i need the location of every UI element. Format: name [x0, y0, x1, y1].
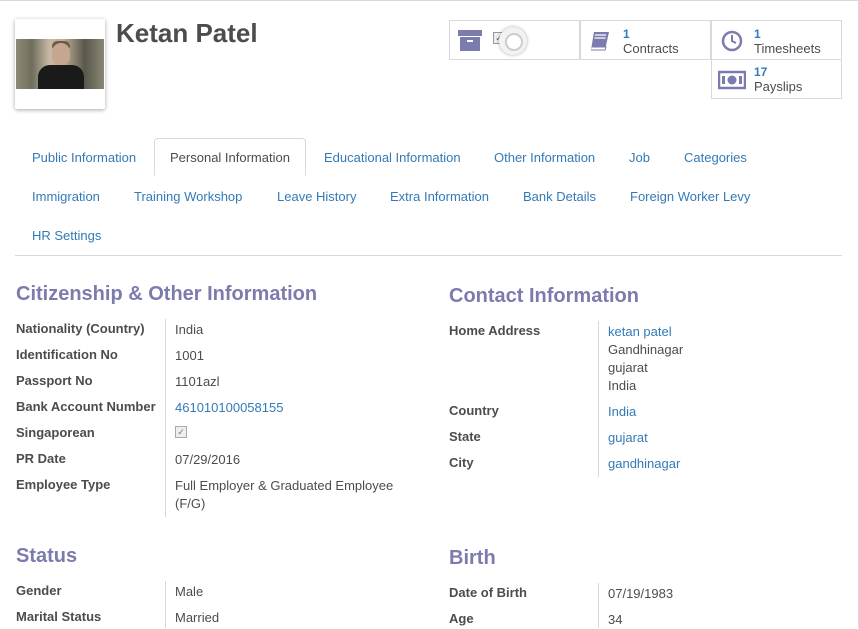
country-label: Country	[449, 403, 499, 418]
identification-label: Identification No	[16, 347, 118, 362]
passport-label: Passport No	[16, 373, 93, 388]
marital-status-label: Marital Status	[16, 609, 102, 624]
tab-immigration[interactable]: Immigration	[32, 189, 100, 204]
tab-other-information[interactable]: Other Information	[494, 150, 595, 165]
nationality-label: Nationality (Country)	[16, 321, 145, 336]
nationality-value: India	[175, 322, 204, 337]
passport-value: 1101azl	[175, 374, 220, 389]
bank-account-label: Bank Account Number	[16, 399, 156, 414]
marital-status-value: Married	[175, 610, 220, 625]
tabs-divider	[15, 255, 842, 256]
age-value: 34	[608, 612, 623, 627]
contracts-button[interactable]: 1 Contracts	[580, 20, 711, 60]
identification-value: 1001	[175, 348, 204, 363]
status-divider	[165, 581, 166, 628]
payslips-label: Payslips	[754, 79, 803, 94]
tab-leave-history[interactable]: Leave History	[277, 189, 356, 204]
home-address-line3: India	[608, 378, 637, 393]
tab-hr-settings[interactable]: HR Settings	[32, 228, 101, 243]
dob-value: 07/19/1983	[608, 586, 674, 601]
age-label: Age	[449, 611, 474, 626]
home-address-name-link[interactable]: ketan patel	[608, 323, 672, 341]
birth-section-title: Birth	[449, 547, 496, 569]
avatar-image	[16, 39, 104, 89]
timesheets-label: Timesheets	[754, 41, 821, 56]
tab-training-workshop[interactable]: Training Workshop	[134, 189, 242, 204]
contact-section-title: Contact Information	[449, 285, 639, 307]
clock-icon	[721, 30, 743, 52]
citizenship-section-title: Citizenship & Other Information	[16, 283, 318, 305]
tab-educational-information[interactable]: Educational Information	[324, 150, 461, 165]
dob-label: Date of Birth	[449, 585, 527, 600]
birth-divider	[598, 583, 599, 628]
pr-date-value: 07/29/2016	[175, 452, 241, 467]
tab-public-information[interactable]: Public Information	[32, 150, 136, 165]
employee-type-value-line2: (F/G)	[175, 496, 206, 511]
gender-label: Gender	[16, 583, 62, 598]
archive-toggle-button[interactable]: ✓	[449, 20, 580, 60]
archive-icon	[458, 30, 482, 52]
contracts-label: Contracts	[623, 41, 679, 56]
timesheets-count: 1	[754, 27, 761, 41]
home-address-line2: gujarat	[608, 360, 648, 375]
employee-type-value-line1: Full Employer & Graduated Employee	[175, 478, 394, 493]
contact-divider	[598, 321, 599, 477]
tab-extra-information[interactable]: Extra Information	[390, 189, 489, 204]
home-address-line1: Gandhinagar	[608, 342, 684, 357]
citizenship-divider	[165, 319, 166, 517]
contracts-count: 1	[623, 27, 630, 41]
employee-photo[interactable]	[15, 19, 105, 109]
home-address-label: Home Address	[449, 323, 541, 338]
city-label: City	[449, 455, 474, 470]
bank-account-link[interactable]: 461010100058155	[175, 399, 283, 417]
book-icon	[591, 32, 609, 51]
city-link[interactable]: gandhinagar	[608, 455, 680, 473]
tab-bank-details[interactable]: Bank Details	[523, 189, 596, 204]
tab-categories[interactable]: Categories	[684, 150, 747, 165]
state-link[interactable]: gujarat	[608, 429, 648, 447]
payslips-button[interactable]: 17 Payslips	[711, 59, 842, 99]
status-section-title: Status	[16, 545, 78, 567]
employee-type-label: Employee Type	[16, 477, 111, 492]
employee-name: Ketan Patel	[116, 18, 258, 48]
money-icon	[718, 70, 746, 90]
timesheets-button[interactable]: 1 Timesheets	[711, 20, 842, 60]
payslips-count: 17	[754, 65, 768, 79]
active-toggle-ring	[499, 27, 527, 55]
tab-personal-information[interactable]: Personal Information	[154, 138, 306, 176]
singaporean-checkbox: ✓	[175, 426, 187, 438]
singaporean-label: Singaporean	[16, 425, 95, 440]
pr-date-label: PR Date	[16, 451, 66, 466]
tab-job[interactable]: Job	[629, 150, 650, 165]
gender-value: Male	[175, 584, 204, 599]
state-label: State	[449, 429, 481, 444]
tab-foreign-worker-levy[interactable]: Foreign Worker Levy	[630, 189, 750, 204]
country-link[interactable]: India	[608, 403, 636, 421]
